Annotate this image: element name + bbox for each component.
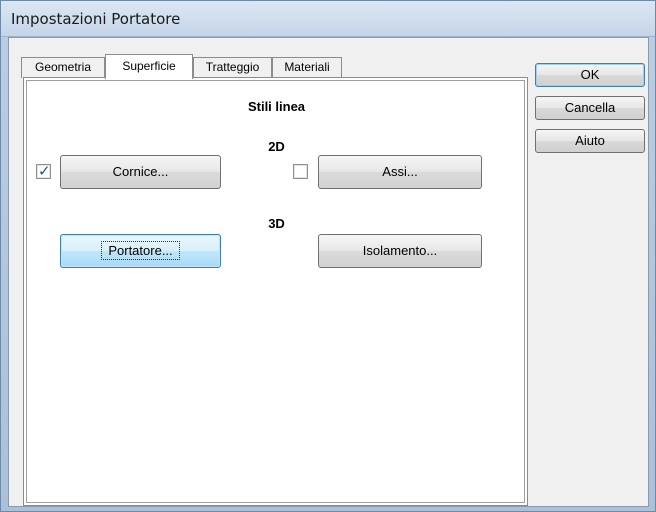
title-bar[interactable]: Impostazioni Portatore xyxy=(1,1,655,37)
portatore-button-label: Portatore... xyxy=(101,241,180,260)
ok-button[interactable]: OK xyxy=(535,63,645,87)
isolamento-button[interactable]: Isolamento... xyxy=(318,234,482,268)
assi-checkbox[interactable] xyxy=(293,164,308,179)
tab-superficie[interactable]: Superficie xyxy=(105,54,193,79)
cancel-button[interactable]: Cancella xyxy=(535,96,645,120)
assi-button[interactable]: Assi... xyxy=(318,155,482,189)
portatore-button[interactable]: Portatore... xyxy=(60,234,221,268)
tab-geometria[interactable]: Geometria xyxy=(21,57,105,78)
cornice-button[interactable]: Cornice... xyxy=(60,155,221,189)
window-title: Impostazioni Portatore xyxy=(11,10,181,28)
tab-materiali[interactable]: Materiali xyxy=(272,57,342,78)
cornice-checkbox[interactable]: ✓ xyxy=(36,163,51,180)
section-3d-label: 3D xyxy=(268,216,285,231)
dialog-window: Impostazioni Portatore Geometria Superfi… xyxy=(0,0,656,512)
tab-panel-superficie: Stili linea 2D ✓ Cornice... Assi... 3D P… xyxy=(23,77,528,506)
help-button[interactable]: Aiuto xyxy=(535,129,645,153)
line-styles-heading: Stili linea xyxy=(247,99,306,114)
checkmark-icon: ✓ xyxy=(38,163,51,180)
tab-tratteggio[interactable]: Tratteggio xyxy=(193,57,272,78)
section-2d-label: 2D xyxy=(268,139,285,154)
panel-frame: Stili linea 2D ✓ Cornice... Assi... 3D P… xyxy=(26,80,525,503)
dialog-client-area: Geometria Superficie Tratteggio Material… xyxy=(8,37,649,507)
